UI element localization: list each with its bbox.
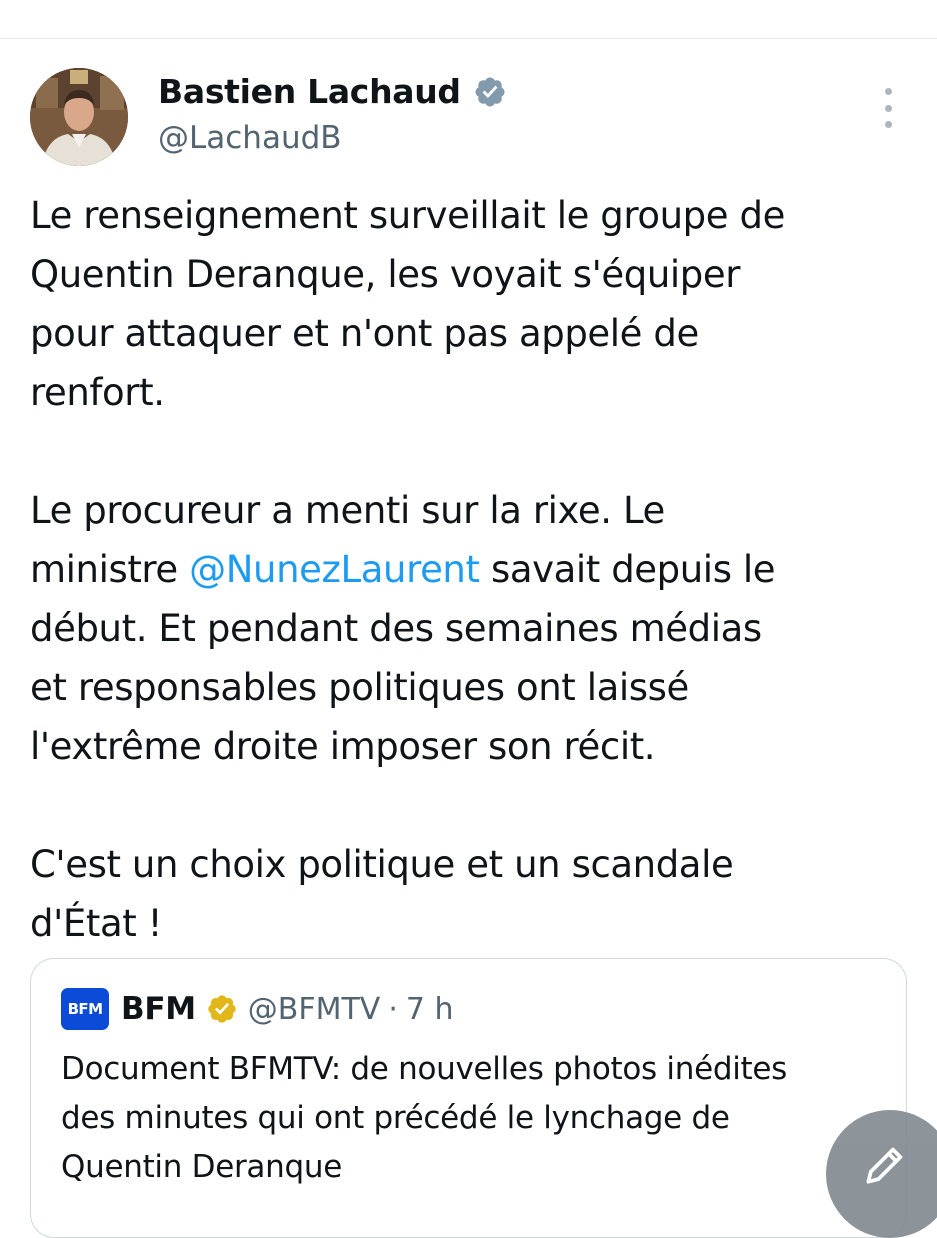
- quoted-tweet-card[interactable]: BFM BFM @BFMTV · 7 h Document BFMTV: de …: [30, 958, 907, 1238]
- author-name-text: Bastien Lachaud: [158, 72, 461, 111]
- tweet-line: début. Et pendant des semaines médias: [30, 607, 762, 650]
- author-avatar[interactable]: [30, 68, 128, 166]
- quoted-tweet-time[interactable]: 7 h: [406, 992, 454, 1027]
- tweet-text-segment: ministre: [30, 548, 190, 591]
- quoted-tweet-line: Document BFMTV: de nouvelles photos inéd…: [61, 1051, 788, 1087]
- bfm-logo[interactable]: BFM: [61, 988, 109, 1030]
- more-vertical-icon[interactable]: [874, 88, 902, 128]
- quoted-tweet-line: des minutes qui ont précédé le lynchage …: [61, 1100, 730, 1136]
- gold-verified-badge-icon: [208, 995, 236, 1023]
- tweet-line: l'extrême droite imposer son récit.: [30, 725, 656, 768]
- meta-separator: ·: [388, 991, 398, 1027]
- tweet-text: Le renseignement surveillait le groupe d…: [30, 186, 920, 953]
- tweet-line: pour attaquer et n'ont pas appelé de: [30, 312, 699, 355]
- tweet-line: d'État !: [30, 902, 163, 945]
- tweet-line: renfort.: [30, 371, 165, 414]
- quoted-author-handle[interactable]: @BFMTV: [248, 992, 381, 1027]
- tweet-line: C'est un choix politique et un scandale: [30, 843, 734, 886]
- author-handle[interactable]: @LachaudB: [158, 116, 342, 160]
- author-display-name[interactable]: Bastien Lachaud: [158, 70, 507, 114]
- top-divider: [0, 38, 937, 39]
- tweet-line: Quentin Deranque, les voyait s'équiper: [30, 253, 741, 296]
- mention-link[interactable]: @NunezLaurent: [189, 548, 480, 591]
- tweet-text-segment: savait depuis le: [479, 548, 776, 591]
- tweet-line: ministre @NunezLaurent savait depuis le: [30, 540, 920, 599]
- quoted-author-name[interactable]: BFM: [121, 991, 196, 1027]
- compose-pencil-icon: [866, 1147, 903, 1184]
- quoted-tweet-line: Quentin Deranque: [61, 1149, 342, 1185]
- tweet-line: Le procureur a menti sur la rixe. Le: [30, 489, 665, 532]
- verified-badge-icon: [475, 77, 505, 107]
- tweet-line: Le renseignement surveillait le groupe d…: [30, 194, 785, 237]
- author-avatar-image: [30, 68, 128, 166]
- quoted-tweet-text: Document BFMTV: de nouvelles photos inéd…: [61, 1045, 891, 1192]
- tweet-line: et responsables politiques ont laissé: [30, 666, 689, 709]
- quoted-tweet-header: BFM BFM @BFMTV · 7 h: [61, 987, 454, 1031]
